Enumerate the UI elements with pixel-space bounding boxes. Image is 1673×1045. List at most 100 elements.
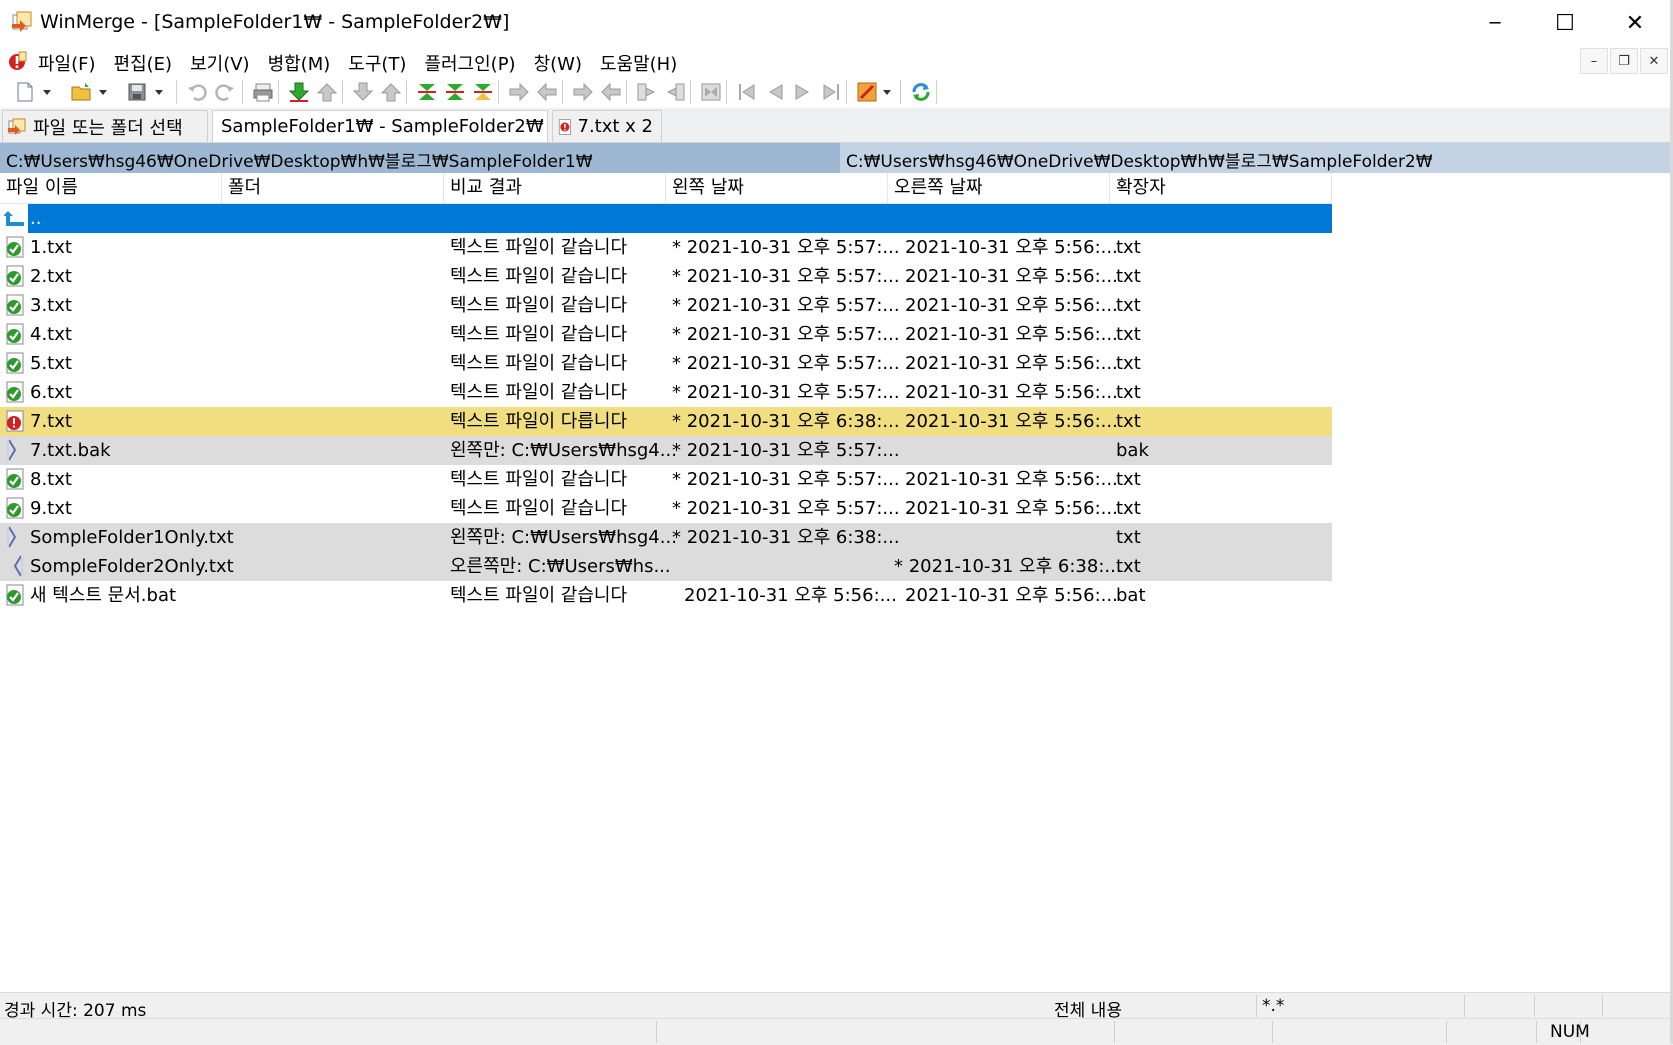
table-row-diff[interactable]: 7.txt 텍스트 파일이 다릅니다 * 2021-10-31 오후 6:38:… xyxy=(0,407,1332,436)
copy-to-left-button[interactable] xyxy=(534,79,560,105)
maximize-button[interactable]: ☐ xyxy=(1530,0,1600,46)
redo-button[interactable] xyxy=(212,79,238,105)
copy-all-right-button[interactable] xyxy=(634,79,660,105)
table-row-left-only[interactable]: 7.txt.bak 왼쪽만: C:₩Users₩hsg4... * 2021-1… xyxy=(0,436,1332,465)
row-name: 3.txt xyxy=(30,295,72,316)
row-ext: bat xyxy=(1116,585,1146,606)
menu-edit[interactable]: 편집(E) xyxy=(112,50,181,76)
left-path-text: C:₩Users₩hsg46₩OneDrive₩Desktop₩h₩블로그₩Sa… xyxy=(6,152,593,172)
minimize-button[interactable]: ─ xyxy=(1460,0,1530,46)
left-path-header[interactable]: C:₩Users₩hsg46₩OneDrive₩Desktop₩h₩블로그₩Sa… xyxy=(0,143,840,173)
table-row-left-only[interactable]: SompleFolder1Only.txt 왼쪽만: C:₩Users₩hsg4… xyxy=(0,523,1332,552)
column-right-date[interactable]: 오른쪽 날짜 xyxy=(888,173,1110,203)
save-button[interactable] xyxy=(124,79,150,105)
table-row[interactable]: 5.txt 텍스트 파일이 같습니다 * 2021-10-31 오후 5:57:… xyxy=(0,349,1332,378)
table-row-right-only[interactable]: SompleFolder2Only.txt 오른쪽만: C:₩Users₩hs.… xyxy=(0,552,1332,581)
chevron-down-icon xyxy=(43,90,51,95)
plugin-options-button[interactable] xyxy=(854,79,880,105)
row-ext: txt xyxy=(1116,353,1141,374)
next-file-button[interactable] xyxy=(790,79,816,105)
mdi-minimize-icon: – xyxy=(1590,53,1598,69)
table-row[interactable]: 4.txt 텍스트 파일이 같습니다 * 2021-10-31 오후 5:57:… xyxy=(0,320,1332,349)
row-ext: txt xyxy=(1116,324,1141,345)
row-name: 2.txt xyxy=(30,266,72,287)
refresh-button[interactable] xyxy=(908,79,934,105)
copy-to-right-button[interactable] xyxy=(506,79,532,105)
plugin-dropdown-button[interactable] xyxy=(880,79,894,105)
row-right-date: 2021-10-31 오후 5:56:... xyxy=(905,382,1118,403)
column-extension[interactable]: 확장자 xyxy=(1110,173,1332,203)
table-row[interactable]: 1.txt 텍스트 파일이 같습니다 * 2021-10-31 오후 5:57:… xyxy=(0,233,1332,262)
chevron-down-icon xyxy=(155,90,163,95)
row-right-date: 2021-10-31 오후 5:56:... xyxy=(905,498,1118,519)
row-ext: txt xyxy=(1116,266,1141,287)
menu-plugins[interactable]: 플러그인(P) xyxy=(422,50,523,76)
maximize-icon: ☐ xyxy=(1555,10,1575,36)
last-file-button[interactable] xyxy=(818,79,844,105)
file-same-icon xyxy=(6,468,24,490)
menu-window[interactable]: 창(W) xyxy=(532,50,590,76)
row-name: SompleFolder1Only.txt xyxy=(30,527,234,548)
mdi-restore-button[interactable]: ❐ xyxy=(1610,48,1638,74)
menu-file[interactable]: 파일(F) xyxy=(36,50,104,76)
table-row[interactable]: 6.txt 텍스트 파일이 같습니다 * 2021-10-31 오후 5:57:… xyxy=(0,378,1332,407)
save-dropdown-button[interactable] xyxy=(152,79,166,105)
winmerge-app-icon xyxy=(10,10,34,34)
status-bar: 경과 시간: 207 ms 전체 내용 *.* xyxy=(0,992,1673,1021)
chevron-down-icon xyxy=(883,90,891,95)
row-result: 왼쪽만: C:₩Users₩hsg4... xyxy=(450,440,677,461)
mdi-minimize-button[interactable]: – xyxy=(1580,48,1608,74)
close-button[interactable]: ✕ xyxy=(1600,0,1670,46)
column-filename[interactable]: 파일 이름 xyxy=(0,173,222,203)
menu-merge[interactable]: 병합(M) xyxy=(266,50,339,76)
column-left-date[interactable]: 왼쪽 날짜 xyxy=(666,173,888,203)
open-button[interactable] xyxy=(68,79,94,105)
document-system-icon[interactable] xyxy=(6,50,28,72)
copy-right-button[interactable] xyxy=(442,79,468,105)
current-diff-button[interactable] xyxy=(414,79,440,105)
column-folder[interactable]: 폴더 xyxy=(222,173,444,203)
row-left-date: * 2021-10-31 오후 5:57:... xyxy=(672,324,900,345)
tab-select-files[interactable]: 파일 또는 폴더 선택 xyxy=(2,110,208,142)
table-row[interactable]: 새 텍스트 문서.bat 텍스트 파일이 같습니다 2021-10-31 오후 … xyxy=(0,581,1332,610)
row-left-date: * 2021-10-31 오후 5:57:... xyxy=(672,237,900,258)
row-ext: txt xyxy=(1116,556,1141,577)
copy-left-button[interactable] xyxy=(470,79,496,105)
table-row[interactable]: 8.txt 텍스트 파일이 같습니다 * 2021-10-31 오후 5:57:… xyxy=(0,465,1332,494)
tab-folder-compare[interactable]: SampleFolder1₩ - SampleFolder2₩ xyxy=(212,110,548,142)
print-button[interactable] xyxy=(250,79,276,105)
copy-all-left-button[interactable] xyxy=(662,79,688,105)
menu-help[interactable]: 도움말(H) xyxy=(598,50,685,76)
row-ext: bak xyxy=(1116,440,1149,461)
column-result[interactable]: 비교 결과 xyxy=(444,173,666,203)
prev-icon xyxy=(769,84,783,100)
menu-view[interactable]: 보기(V) xyxy=(188,50,257,76)
first-diff-button[interactable] xyxy=(350,79,376,105)
mdi-close-button[interactable]: ✕ xyxy=(1640,48,1668,74)
print-icon xyxy=(253,83,273,102)
copy-all-right-icon xyxy=(637,83,656,101)
prev-file-button[interactable] xyxy=(762,79,788,105)
expand-button[interactable] xyxy=(698,79,724,105)
next-diff-button[interactable] xyxy=(286,79,312,105)
prev-diff-button[interactable] xyxy=(314,79,340,105)
undo-button[interactable] xyxy=(184,79,210,105)
table-row[interactable]: 9.txt 텍스트 파일이 같습니다 * 2021-10-31 오후 5:57:… xyxy=(0,494,1332,523)
tab-file-compare[interactable]: 7.txt x 2 xyxy=(552,110,662,142)
copy-right-advance-button[interactable] xyxy=(570,79,596,105)
table-row[interactable]: 2.txt 텍스트 파일이 같습니다 * 2021-10-31 오후 5:57:… xyxy=(0,262,1332,291)
row-result: 텍스트 파일이 같습니다 xyxy=(450,237,628,258)
last-diff-button[interactable] xyxy=(378,79,404,105)
redo-icon xyxy=(215,84,234,101)
row-right-date: 2021-10-31 오후 5:56:... xyxy=(905,324,1118,345)
first-file-button[interactable] xyxy=(734,79,760,105)
table-row-parent[interactable]: .. xyxy=(0,204,1332,233)
right-path-header[interactable]: C:₩Users₩hsg46₩OneDrive₩Desktop₩h₩블로그₩Sa… xyxy=(840,143,1673,173)
open-dropdown-button[interactable] xyxy=(96,79,110,105)
new-dropdown-button[interactable] xyxy=(40,79,54,105)
row-ext: txt xyxy=(1116,527,1141,548)
table-row[interactable]: 3.txt 텍스트 파일이 같습니다 * 2021-10-31 오후 5:57:… xyxy=(0,291,1332,320)
menu-tools[interactable]: 도구(T) xyxy=(346,50,414,76)
new-document-button[interactable] xyxy=(12,79,38,105)
copy-left-advance-button[interactable] xyxy=(598,79,624,105)
